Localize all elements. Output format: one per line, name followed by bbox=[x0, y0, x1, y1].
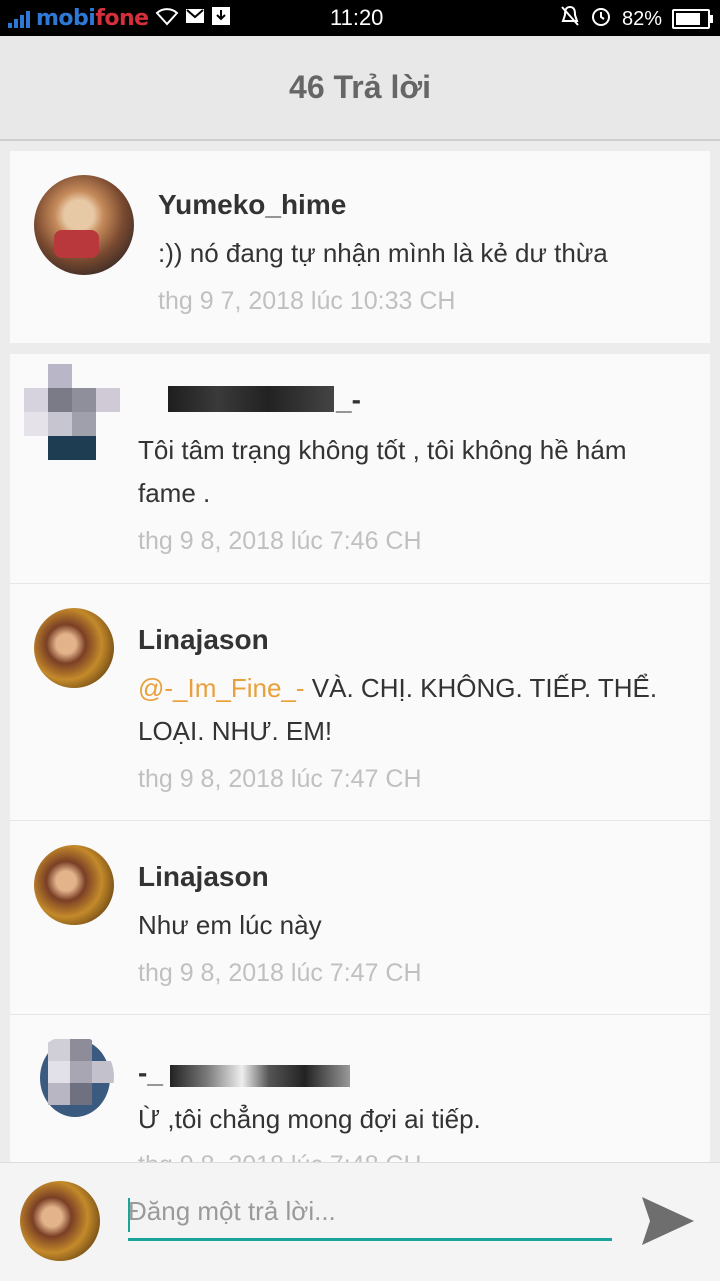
status-left: mobifone bbox=[8, 5, 231, 31]
reply-card[interactable]: Yumeko_hime :)) nó đang tự nhận mình là … bbox=[10, 151, 710, 343]
download-icon bbox=[211, 6, 231, 31]
carrier-name: mobifone bbox=[36, 5, 149, 31]
reply-author[interactable]: Linajason bbox=[138, 861, 269, 893]
battery-percent: 82% bbox=[621, 7, 662, 30]
text-cursor bbox=[128, 1198, 130, 1232]
reply-time: thg 9 8, 2018 lúc 7:46 CH bbox=[138, 527, 422, 555]
header-bar: 46 Trả lời bbox=[0, 36, 720, 141]
reply-composer bbox=[0, 1162, 720, 1281]
reply-text: Như em lúc này bbox=[138, 910, 322, 940]
avatar[interactable] bbox=[34, 608, 114, 688]
send-button[interactable] bbox=[640, 1195, 700, 1247]
wifi-icon bbox=[155, 6, 179, 31]
avatar[interactable] bbox=[24, 364, 120, 460]
reply-input[interactable] bbox=[128, 1188, 612, 1227]
battery-icon bbox=[672, 9, 713, 29]
reply-author[interactable]: -_ bbox=[138, 1057, 163, 1089]
reply-text: @-_Im_Fine_- VÀ. CHỊ. KHÔNG. TIẾP. THỂ. … bbox=[138, 667, 693, 753]
signal-icon bbox=[8, 8, 30, 28]
reply-row[interactable]: _- Tôi tâm trạng không tốt , tôi không h… bbox=[10, 354, 710, 583]
clock: 11:20 bbox=[330, 5, 384, 30]
reply-author[interactable]: Yumeko_hime bbox=[158, 189, 346, 221]
page-title: 46 Trả lời bbox=[289, 69, 431, 105]
reply-input-field[interactable] bbox=[128, 1188, 612, 1241]
avatar[interactable] bbox=[30, 1035, 114, 1119]
reply-text: Tôi tâm trạng không tốt , tôi không hề h… bbox=[138, 435, 627, 508]
reply-text: Ừ ,tôi chẳng mong đợi ai tiếp. bbox=[138, 1104, 481, 1134]
mute-icon bbox=[560, 5, 580, 33]
avatar[interactable] bbox=[34, 845, 114, 925]
reply-author[interactable]: Linajason bbox=[138, 624, 269, 656]
reply-time: thg 9 8, 2018 lúc 7:47 CH bbox=[138, 765, 422, 793]
send-icon bbox=[642, 1197, 694, 1245]
redacted-name bbox=[168, 386, 334, 412]
mail-icon bbox=[185, 8, 205, 29]
alarm-icon bbox=[590, 5, 612, 33]
redacted-name bbox=[170, 1065, 350, 1087]
reply-author[interactable]: _- bbox=[336, 384, 361, 416]
reply-row[interactable]: Linajason @-_Im_Fine_- VÀ. CHỊ. KHÔNG. T… bbox=[10, 583, 710, 821]
reply-row[interactable]: -_ Ừ ,tôi chẳng mong đợi ai tiếp. thg 9 … bbox=[10, 1014, 710, 1163]
status-right: 82% bbox=[560, 5, 713, 33]
reply-row[interactable]: Linajason Như em lúc này thg 9 8, 2018 l… bbox=[10, 820, 710, 1015]
mention-link[interactable]: @-_Im_Fine_- bbox=[138, 673, 305, 703]
my-avatar bbox=[20, 1181, 100, 1261]
avatar[interactable] bbox=[34, 175, 134, 275]
reply-time: thg 9 8, 2018 lúc 7:47 CH bbox=[138, 959, 422, 987]
status-bar: mobifone 11:20 82% bbox=[0, 0, 720, 36]
reply-text: :)) nó đang tự nhận mình là kẻ dư thừa bbox=[158, 238, 608, 268]
reply-time: thg 9 7, 2018 lúc 10:33 CH bbox=[158, 287, 456, 315]
